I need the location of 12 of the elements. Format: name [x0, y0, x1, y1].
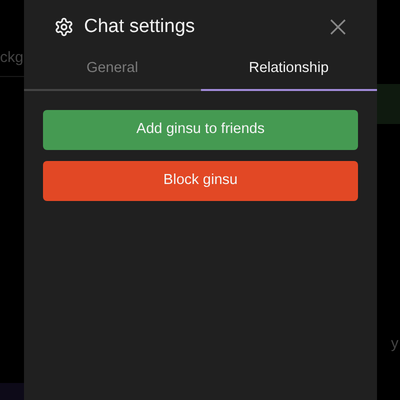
background-block — [377, 84, 400, 124]
dialog-title: Chat settings — [84, 14, 196, 39]
background-text: y — [391, 334, 398, 354]
background-bar — [0, 383, 24, 400]
tab[interactable]: General — [24, 54, 200, 91]
action-button[interactable]: Add ginsu to friends — [43, 110, 358, 150]
settings-icon — [54, 17, 74, 37]
tab[interactable]: Relationship — [200, 54, 377, 91]
close-button[interactable] — [329, 18, 347, 36]
action-button[interactable]: Block ginsu — [43, 161, 358, 201]
close-icon — [329, 18, 347, 36]
background-text: ckg — [0, 48, 24, 68]
